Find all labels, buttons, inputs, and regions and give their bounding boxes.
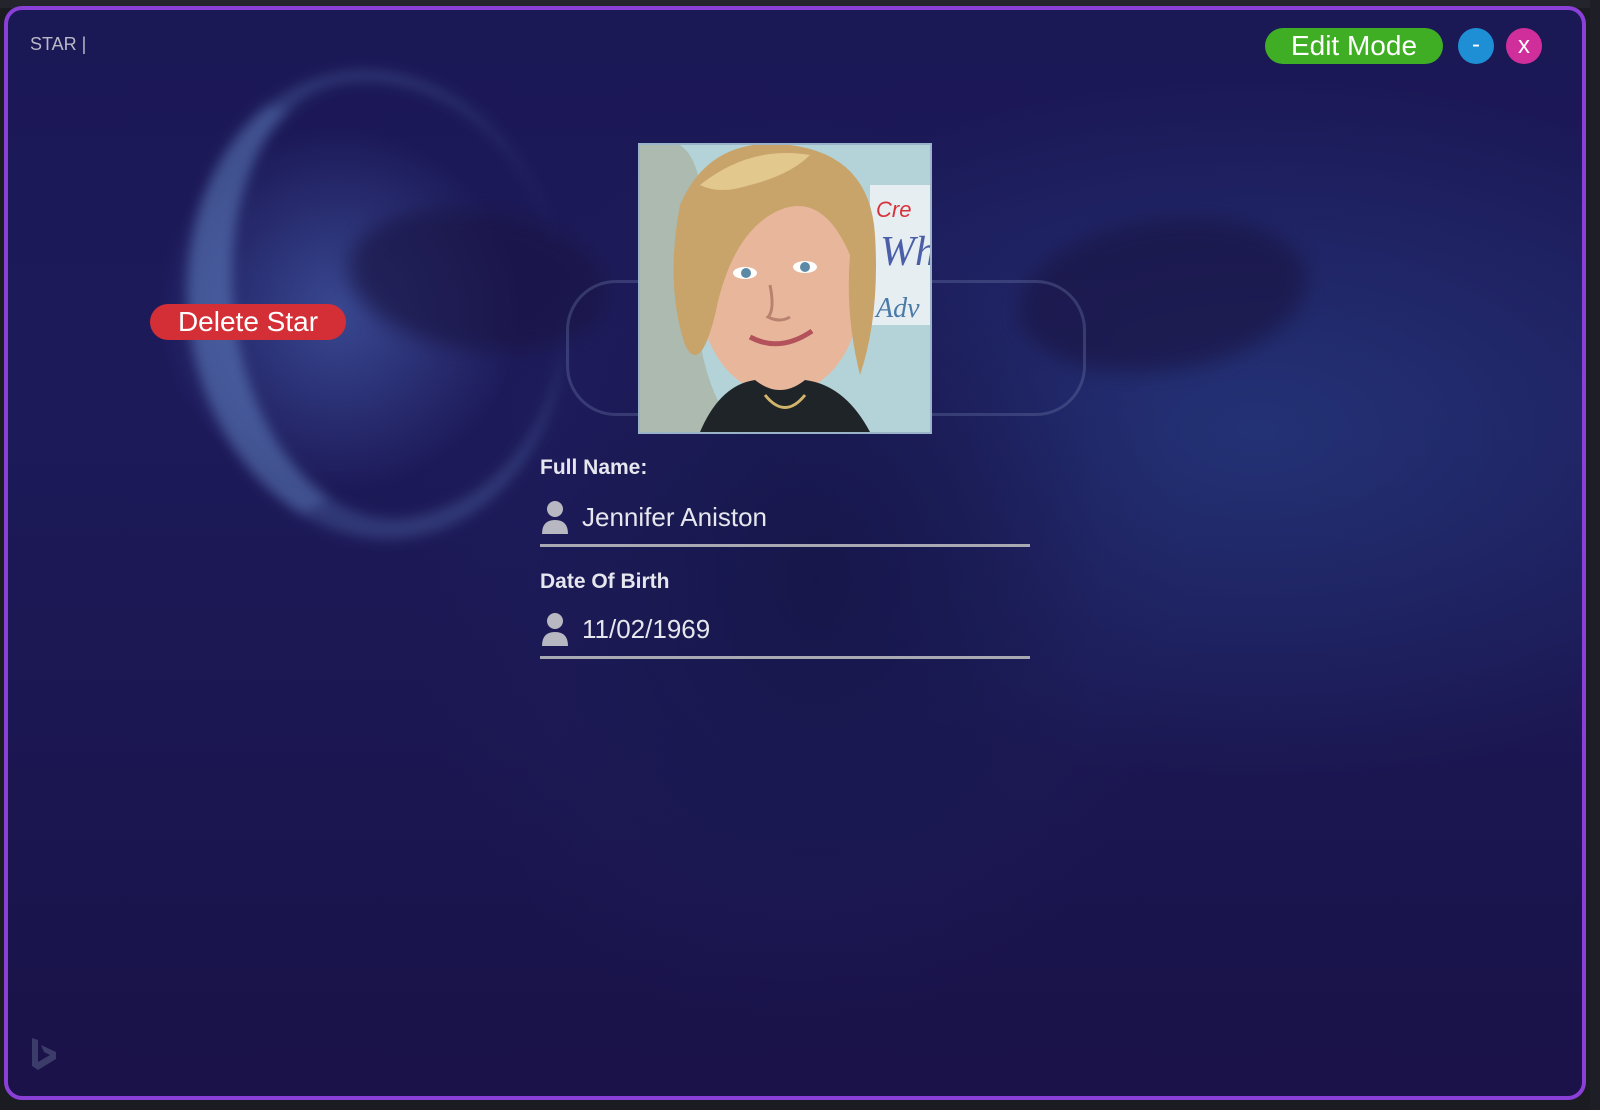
date-of-birth-value[interactable]: 11/02/1969 [582, 614, 710, 645]
star-details-window: STAR | Edit Mode - x Delete Star Cre Wh … [4, 6, 1586, 1100]
desktop-background-right [1590, 0, 1600, 1110]
full-name-value[interactable]: Jennifer Aniston [582, 502, 767, 533]
svg-text:Cre: Cre [876, 197, 911, 222]
minimize-button[interactable]: - [1458, 28, 1494, 64]
star-portrait-photo: Cre Wh Adv [638, 143, 932, 434]
window-title: STAR | [30, 34, 87, 54]
close-button[interactable]: x [1506, 28, 1542, 64]
delete-star-button[interactable]: Delete Star [150, 304, 346, 340]
date-of-birth-field[interactable]: 11/02/1969 [540, 612, 1030, 659]
bing-logo-icon [32, 1038, 56, 1070]
date-of-birth-label: Date Of Birth [540, 570, 670, 593]
user-icon [542, 613, 568, 646]
full-name-field[interactable]: Jennifer Aniston [540, 500, 1030, 547]
svg-text:Adv: Adv [874, 293, 920, 324]
svg-text:Wh: Wh [880, 229, 930, 275]
portrait-illustration: Cre Wh Adv [640, 145, 930, 432]
edit-mode-button[interactable]: Edit Mode [1265, 28, 1443, 64]
full-name-label: Full Name: [540, 456, 648, 479]
user-icon [542, 501, 568, 534]
